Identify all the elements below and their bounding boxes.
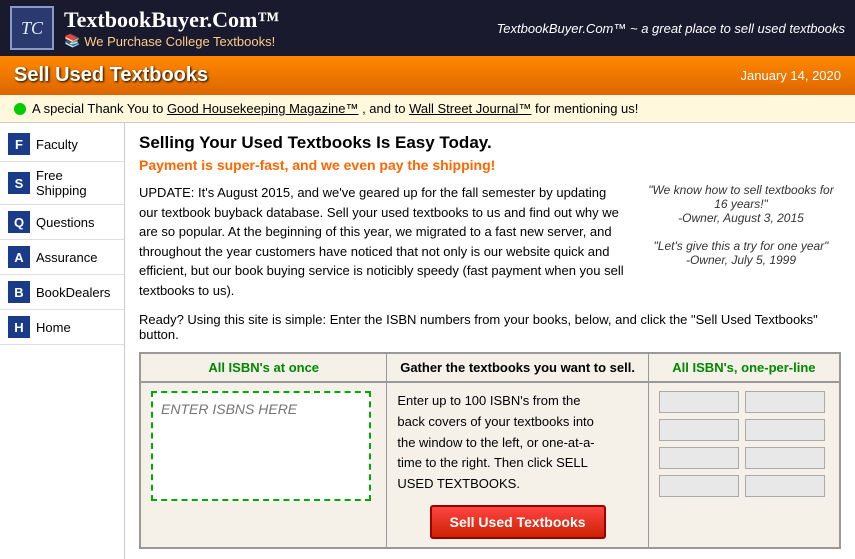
- col2-header: Gather the textbooks you want to sell.: [387, 354, 648, 382]
- nav-label-freeshipping: Free Shipping: [36, 168, 116, 198]
- nav-letter-assurance: A: [8, 246, 30, 268]
- isbn-col-1: [659, 391, 739, 497]
- isbn-input-1[interactable]: [659, 391, 739, 413]
- middle-instructions: Enter up to 100 ISBN's from the back cov…: [397, 391, 597, 495]
- wsj-link[interactable]: Wall Street Journal™: [409, 101, 531, 116]
- content-row: UPDATE: It's August 2015, and we've gear…: [139, 183, 841, 300]
- book-icon: 📚: [64, 33, 80, 49]
- nav-letter-questions: Q: [8, 211, 30, 233]
- selling-title: Selling Your Used Textbooks Is Easy Toda…: [139, 133, 841, 153]
- content-area: Selling Your Used Textbooks Is Easy Toda…: [125, 123, 855, 559]
- isbn-input-7[interactable]: [745, 447, 825, 469]
- nav-letter-faculty: F: [8, 133, 30, 155]
- isbn-textarea[interactable]: [151, 391, 371, 501]
- quote-2: "Let's give this a try for one year" -Ow…: [641, 239, 841, 267]
- isbn-middle-cell: Enter up to 100 ISBN's from the back cov…: [387, 382, 648, 547]
- quote-1-text: "We know how to sell textbooks for 16 ye…: [641, 183, 841, 211]
- nav-item-freeshipping[interactable]: S Free Shipping: [0, 162, 124, 205]
- page-date: January 14, 2020: [741, 68, 841, 83]
- main-layout: F Faculty S Free Shipping Q Questions A …: [0, 123, 855, 559]
- nav-item-home[interactable]: H Home: [0, 310, 124, 345]
- isbn-input-5[interactable]: [745, 391, 825, 413]
- ready-text: Ready? Using this site is simple: Enter …: [139, 312, 841, 342]
- nav-label-bookdealers: BookDealers: [36, 285, 110, 300]
- nav-item-questions[interactable]: Q Questions: [0, 205, 124, 240]
- site-title: TextbookBuyer.Com™: [64, 7, 279, 33]
- isbn-input-8[interactable]: [745, 475, 825, 497]
- page-header-bar: Sell Used Textbooks January 14, 2020: [0, 56, 855, 95]
- isbn-table: All ISBN's at once Gather the textbooks …: [141, 354, 839, 547]
- header-tagline: TextbookBuyer.Com™ ~ a great place to se…: [497, 21, 845, 36]
- nav-item-bookdealers[interactable]: B BookDealers: [0, 275, 124, 310]
- quote-2-text: "Let's give this a try for one year": [641, 239, 841, 253]
- sell-used-textbooks-button[interactable]: Sell Used Textbooks: [430, 505, 606, 539]
- right-isbn-inputs: [659, 391, 829, 497]
- housekeeping-link[interactable]: Good Housekeeping Magazine™: [167, 101, 359, 116]
- logo-icon: TC: [10, 6, 54, 50]
- site-subtitle: 📚 We Purchase College Textbooks!: [64, 33, 279, 49]
- nav-item-assurance[interactable]: A Assurance: [0, 240, 124, 275]
- isbn-col-2: [745, 391, 825, 497]
- nav-label-questions: Questions: [36, 215, 95, 230]
- quote-2-attribution: -Owner, July 5, 1999: [641, 253, 841, 267]
- thankyou-bar: A special Thank You to Good Housekeeping…: [0, 95, 855, 123]
- quote-1: "We know how to sell textbooks for 16 ye…: [641, 183, 841, 225]
- left-nav: F Faculty S Free Shipping Q Questions A …: [0, 123, 125, 559]
- col3-header: All ISBN's, one-per-line: [648, 354, 839, 382]
- isbn-input-6[interactable]: [745, 419, 825, 441]
- green-dot-icon: [14, 103, 26, 115]
- thankyou-text: A special Thank You to Good Housekeeping…: [32, 101, 638, 116]
- main-text: UPDATE: It's August 2015, and we've gear…: [139, 183, 627, 300]
- logo-area: TC TextbookBuyer.Com™ 📚 We Purchase Coll…: [10, 6, 279, 50]
- col1-header: All ISBN's at once: [141, 354, 387, 382]
- nav-label-assurance: Assurance: [36, 250, 97, 265]
- isbn-input-2[interactable]: [659, 419, 739, 441]
- title-group: TextbookBuyer.Com™ 📚 We Purchase College…: [64, 7, 279, 49]
- nav-letter-home: H: [8, 316, 30, 338]
- isbn-single-cell: [648, 382, 839, 547]
- nav-label-home: Home: [36, 320, 71, 335]
- site-header: TC TextbookBuyer.Com™ 📚 We Purchase Coll…: [0, 0, 855, 56]
- side-quotes: "We know how to sell textbooks for 16 ye…: [641, 183, 841, 300]
- quote-1-attribution: -Owner, August 3, 2015: [641, 211, 841, 225]
- sell-button-area: Sell Used Textbooks: [397, 505, 637, 539]
- nav-item-faculty[interactable]: F Faculty: [0, 127, 124, 162]
- nav-letter-bookdealers: B: [8, 281, 30, 303]
- nav-letter-freeshipping: S: [8, 172, 30, 194]
- isbn-area: All ISBN's at once Gather the textbooks …: [139, 352, 841, 549]
- isbn-textarea-cell: [141, 382, 387, 547]
- isbn-input-4[interactable]: [659, 475, 739, 497]
- selling-subtitle: Payment is super-fast, and we even pay t…: [139, 157, 841, 173]
- isbn-input-3[interactable]: [659, 447, 739, 469]
- nav-label-faculty: Faculty: [36, 137, 78, 152]
- page-title: Sell Used Textbooks: [14, 64, 208, 87]
